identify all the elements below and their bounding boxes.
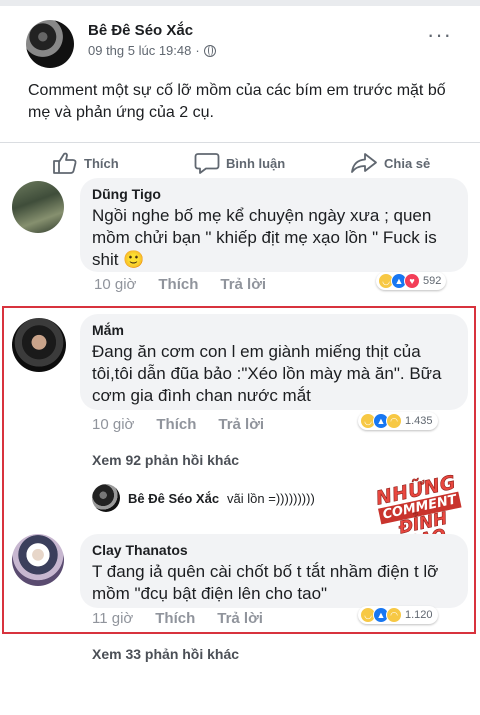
reaction-summary[interactable]: ◡ ▲ ♥ 592: [376, 272, 447, 290]
comment-like-link[interactable]: Thích: [158, 276, 198, 293]
commenter-avatar[interactable]: [12, 181, 64, 233]
love-reaction-icon: ♥: [404, 273, 420, 289]
sad-reaction-icon: ◠: [386, 607, 402, 623]
comment-bubble-icon: [194, 153, 220, 174]
comment-like-link[interactable]: Thích: [156, 416, 196, 433]
commenter-avatar[interactable]: [12, 534, 64, 586]
globe-icon: [203, 44, 216, 57]
like-button[interactable]: Thích: [52, 151, 119, 175]
comment-label: Bình luận: [226, 155, 286, 171]
smile-emoji: 🙂: [123, 250, 145, 269]
comment-bubble: Mắm Đang ăn cơm con l em giành miếng thị…: [80, 314, 468, 410]
comment-meta: 11 giờ Thích Trả lời: [92, 610, 263, 627]
comment-meta: 10 giờ Thích Trả lời: [94, 276, 266, 293]
more-options-icon[interactable]: ···: [427, 22, 452, 48]
share-label: Chia sẻ: [384, 155, 431, 171]
comment-time: 11 giờ: [92, 610, 134, 627]
like-label: Thích: [84, 155, 119, 171]
commenter-avatar[interactable]: [12, 318, 66, 372]
comment-meta: 10 giờ Thích Trả lời: [92, 416, 264, 433]
reaction-count: 592: [423, 275, 442, 287]
comment-text: T đang iả quên cài chốt bố t tắt nhầm đi…: [92, 562, 439, 603]
comment-time: 10 giờ: [92, 416, 135, 433]
thumbs-up-icon: [53, 152, 77, 174]
comment-reply-link[interactable]: Trả lời: [217, 610, 263, 627]
commenter-name[interactable]: Dũng Tigo: [92, 186, 456, 202]
post-action-bar: Thích Bình luận Chia sẻ: [0, 142, 480, 178]
reaction-count: 1.120: [405, 609, 433, 621]
comment-text: Đang ăn cơm con l em giành miếng thịt củ…: [92, 342, 442, 405]
reply-preview[interactable]: Bê Đê Séo Xắc vãi lồn =))))))))): [92, 482, 315, 514]
meta-separator: ·: [195, 43, 200, 58]
post-header: Bê Đê Séo Xắc 09 thg 5 lúc 19:48 · ···: [26, 20, 466, 70]
commenter-name[interactable]: Clay Thanatos: [92, 542, 456, 558]
post-text: Comment một sự cố lỡ mồm của các bím em …: [28, 82, 446, 121]
post-meta: 09 thg 5 lúc 19:48 ·: [88, 43, 216, 58]
comment-like-link[interactable]: Thích: [155, 610, 195, 627]
reply-avatar: [92, 484, 120, 512]
commenter-name[interactable]: Mắm: [92, 322, 456, 338]
post-timestamp[interactable]: 09 thg 5 lúc 19:48: [88, 43, 191, 58]
top-divider: [0, 0, 480, 6]
comment-bubble: Dũng Tigo Ngồi nghe bố mẹ kể chuyện ngày…: [80, 178, 468, 272]
reaction-count: 1.435: [405, 415, 433, 427]
share-button[interactable]: Chia sẻ: [350, 151, 430, 175]
comment-time: 10 giờ: [94, 276, 137, 293]
page-avatar[interactable]: [26, 20, 74, 68]
reaction-summary[interactable]: ◡ ▲ ◠ 1.435: [358, 412, 438, 430]
see-more-replies-link[interactable]: Xem 92 phản hồi khác: [92, 452, 239, 468]
reply-text: vãi lồn =))))))))): [227, 490, 315, 506]
comment-reply-link[interactable]: Trả lời: [220, 276, 266, 293]
comment-text: Ngồi nghe bố mẹ kể chuyện ngày xưa ; que…: [92, 206, 437, 269]
comment-bubble: Clay Thanatos T đang iả quên cài chốt bố…: [80, 534, 468, 608]
see-more-replies-link[interactable]: Xem 33 phản hồi khác: [92, 646, 239, 662]
sad-reaction-icon: ◠: [386, 413, 402, 429]
comment-reply-link[interactable]: Trả lời: [218, 416, 264, 433]
reply-author: Bê Đê Séo Xắc: [128, 490, 220, 506]
comment-button[interactable]: Bình luận: [194, 151, 285, 175]
share-arrow-icon: [351, 153, 377, 173]
page-name[interactable]: Bê Đê Séo Xắc: [88, 22, 193, 39]
reaction-summary[interactable]: ◡ ▲ ◠ 1.120: [358, 606, 438, 624]
